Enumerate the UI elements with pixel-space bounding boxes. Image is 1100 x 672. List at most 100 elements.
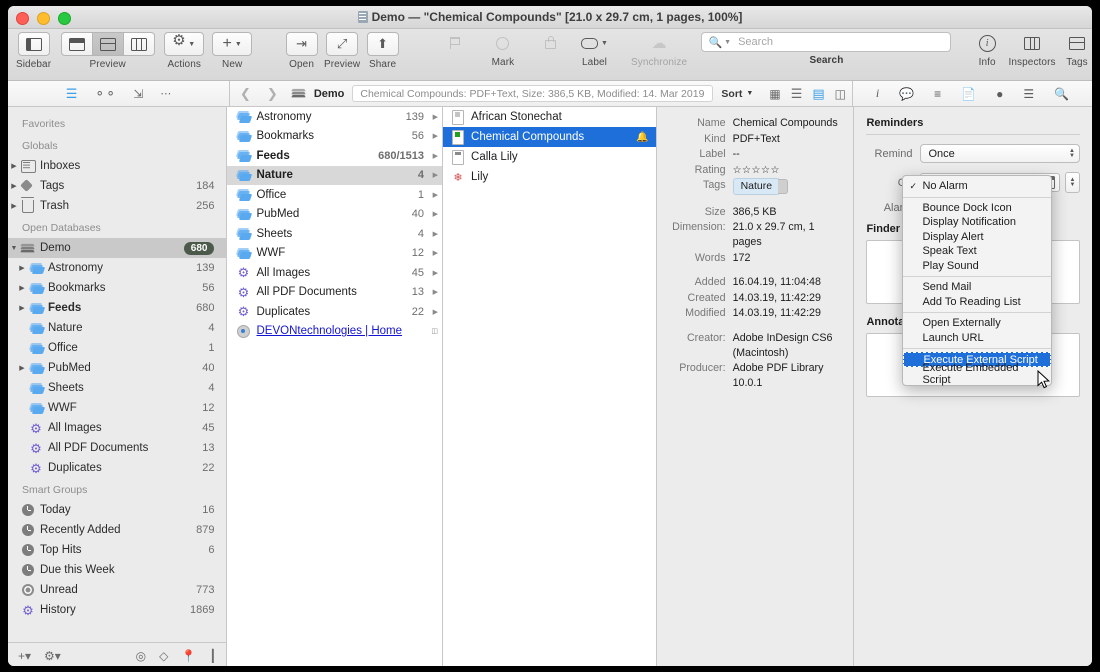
menu-item-add-to-reading-list[interactable]: Add To Reading List: [903, 295, 1051, 310]
menu-item-no-alarm[interactable]: ✓ No Alarm: [903, 179, 1051, 194]
chevron-right-icon[interactable]: ▶: [430, 152, 438, 160]
disclosure-triangle-icon[interactable]: ▶: [8, 202, 20, 210]
search-input[interactable]: [736, 35, 945, 49]
sidebar-item-tags[interactable]: ▶ Tags 184: [8, 176, 226, 196]
chevron-right-icon[interactable]: ▶: [430, 171, 438, 179]
icon-view-icon[interactable]: ▦: [769, 87, 780, 101]
group-list-row-office[interactable]: Office 1 ▶: [227, 185, 442, 205]
toolbar-group-share[interactable]: ⬆ Share: [366, 32, 399, 70]
toc-tab-icon[interactable]: ≡: [934, 87, 941, 101]
view-mode-controls[interactable]: ▦ ☰ ▤ ◫: [769, 86, 846, 102]
sidebar-item-due-this-week[interactable]: Due this Week: [8, 560, 226, 580]
sidebar-item-demo[interactable]: ▼ Demo 680: [8, 238, 227, 258]
menu-item-display-alert[interactable]: Display Alert: [903, 230, 1051, 245]
flag-button[interactable]: [440, 32, 470, 54]
chevron-right-icon[interactable]: ◫: [430, 327, 438, 335]
chevron-right-icon[interactable]: ▶: [430, 230, 438, 238]
actions-button[interactable]: ▼: [164, 32, 205, 56]
concordance-tab-icon[interactable]: ●: [996, 87, 1003, 101]
menu-item-send-mail[interactable]: Send Mail: [903, 280, 1051, 295]
breadcrumb[interactable]: Demo: [314, 88, 345, 100]
remind-select[interactable]: Once ▲ ▼: [920, 144, 1080, 163]
document-list-row[interactable]: African Stonechat: [443, 107, 656, 127]
menu-item-bounce-dock-icon[interactable]: Bounce Dock Icon: [903, 201, 1051, 216]
menu-item-launch-url[interactable]: Launch URL: [903, 331, 1051, 346]
sidebar-item-recently-added[interactable]: Recently Added 879: [8, 520, 226, 540]
sidebar-list[interactable]: Favorites Globals ▶ Inboxes ▶ Tags 184 ▶ Trash 25…: [8, 107, 227, 642]
toolbar-group-synchronize[interactable]: ☁ Synchronize: [631, 32, 687, 69]
rating-stars[interactable]: ☆☆☆☆☆: [733, 163, 846, 178]
sort-control[interactable]: Sort ▼: [721, 88, 753, 100]
info-tab-icon[interactable]: i: [876, 86, 879, 101]
toolbar-group-preview-layout[interactable]: Preview: [60, 32, 155, 70]
chevron-right-icon[interactable]: ▶: [430, 210, 438, 218]
group-list-row-duplicates[interactable]: ⚙ Duplicates 22 ▶: [227, 302, 442, 322]
chevron-down-icon[interactable]: ▼: [724, 39, 731, 46]
document-tab-icon[interactable]: 📄: [961, 87, 976, 101]
menu-item-speak-text[interactable]: Speak Text: [903, 244, 1051, 259]
document-proxy-icon[interactable]: [357, 11, 368, 23]
group-list-row-all-images[interactable]: ⚙ All Images 45 ▶: [227, 263, 442, 283]
toolbar-group-inspectors[interactable]: Inspectors: [1008, 32, 1056, 68]
group-list-row-pubmed[interactable]: PubMed 40 ▶: [227, 205, 442, 225]
sidebar-item-inboxes[interactable]: ▶ Inboxes: [8, 156, 226, 176]
sidebar-toggle-button[interactable]: [17, 32, 50, 56]
info-button[interactable]: i: [972, 32, 1002, 54]
sidebar-resize-handle[interactable]: ┃: [209, 649, 216, 663]
chevron-right-icon[interactable]: ▶: [430, 132, 438, 140]
group-list-row-sheets[interactable]: Sheets 4 ▶: [227, 224, 442, 244]
tags-button[interactable]: [1062, 32, 1092, 54]
search-field[interactable]: 🔍 ▼: [701, 32, 952, 52]
chevron-right-icon[interactable]: ▶: [430, 269, 438, 277]
disclosure-triangle-icon[interactable]: ▼: [8, 245, 20, 252]
sidebar-item-all-images[interactable]: ⚙ All Images 45: [8, 418, 226, 438]
search-tab-icon[interactable]: 🔍: [1054, 87, 1069, 101]
group-list-row-all-pdf-documents[interactable]: ⚙ All PDF Documents 13 ▶: [227, 283, 442, 303]
sidebar-item-history[interactable]: ⚙ History 1869: [8, 600, 226, 620]
disclosure-triangle-icon[interactable]: ▶: [8, 182, 20, 190]
more-dots-icon[interactable]: ⋯: [160, 87, 171, 100]
list-view-icon[interactable]: ☰: [66, 86, 78, 102]
menu-item-open-externally[interactable]: Open Externally: [903, 316, 1051, 331]
sidebar-item-all-pdf-documents[interactable]: ⚙ All PDF Documents 13: [8, 438, 226, 458]
annotations-tab-icon[interactable]: 💬: [899, 87, 914, 101]
layout-none-button[interactable]: [60, 32, 93, 56]
document-list-row[interactable]: Chemical Compounds 🔔: [443, 127, 656, 147]
sidebar-item-sheets[interactable]: Sheets 4: [8, 378, 226, 398]
open-button[interactable]: ⇥: [285, 32, 318, 56]
menu-item-display-notification[interactable]: Display Notification: [903, 215, 1051, 230]
sidebar-item-unread[interactable]: Unread 773: [8, 580, 226, 600]
sidebar-item-nature[interactable]: Nature 4: [8, 318, 226, 338]
pin-icon[interactable]: 📍: [181, 649, 196, 663]
group-list-row-nature[interactable]: Nature 4 ▶: [227, 165, 443, 185]
label-button[interactable]: ▼: [575, 32, 613, 54]
alarm-dropdown-menu[interactable]: ✓ No Alarm Bounce Dock Icon Display Notific…: [902, 175, 1053, 386]
sidebar-item-astronomy[interactable]: ▶ Astronomy 139: [8, 258, 226, 278]
group-list-row-wwf[interactable]: WWF 12 ▶: [227, 244, 442, 264]
sidebar-item-top-hits[interactable]: Top Hits 6: [8, 540, 226, 560]
preview-button[interactable]: ⤢: [326, 32, 359, 56]
toolbar-group-label[interactable]: ▼ Label: [575, 32, 613, 68]
glasses-icon[interactable]: ⚬⚬: [94, 86, 116, 102]
list-view-icon[interactable]: ☰: [791, 86, 803, 102]
chevron-right-icon[interactable]: ▶: [430, 249, 438, 257]
new-button[interactable]: + ▼: [212, 32, 253, 56]
menu-item-execute-embedded-script[interactable]: Execute Embedded Script: [903, 362, 1051, 386]
toolbar-group-preview[interactable]: ⤢ Preview: [324, 32, 360, 70]
toolbar-group-new[interactable]: + ▼ New: [212, 32, 253, 70]
sidebar-item-trash[interactable]: ▶ Trash 256: [8, 196, 226, 216]
date-stepper[interactable]: ▲ ▼: [1065, 172, 1080, 193]
group-list-row-bookmarks[interactable]: Bookmarks 56 ▶: [227, 127, 442, 147]
disclosure-triangle-icon[interactable]: ▶: [16, 364, 28, 372]
menu-item-play-sound[interactable]: Play Sound: [903, 259, 1051, 274]
sidebar-item-wwf[interactable]: WWF 12: [8, 398, 226, 418]
chevron-right-icon[interactable]: ▶: [430, 191, 438, 199]
sidebar-item-duplicates[interactable]: ⚙ Duplicates 22: [8, 458, 226, 478]
toolbar-group-search[interactable]: 🔍 ▼ Search: [701, 32, 952, 66]
tag-chip[interactable]: Nature: [732, 178, 788, 195]
back-button[interactable]: ❮: [236, 86, 255, 102]
sidebar-item-today[interactable]: Today 16: [8, 500, 226, 520]
chevron-right-icon[interactable]: ▶: [430, 308, 438, 316]
chevron-right-icon[interactable]: ▶: [430, 113, 438, 121]
share-button[interactable]: ⬆: [366, 32, 399, 56]
